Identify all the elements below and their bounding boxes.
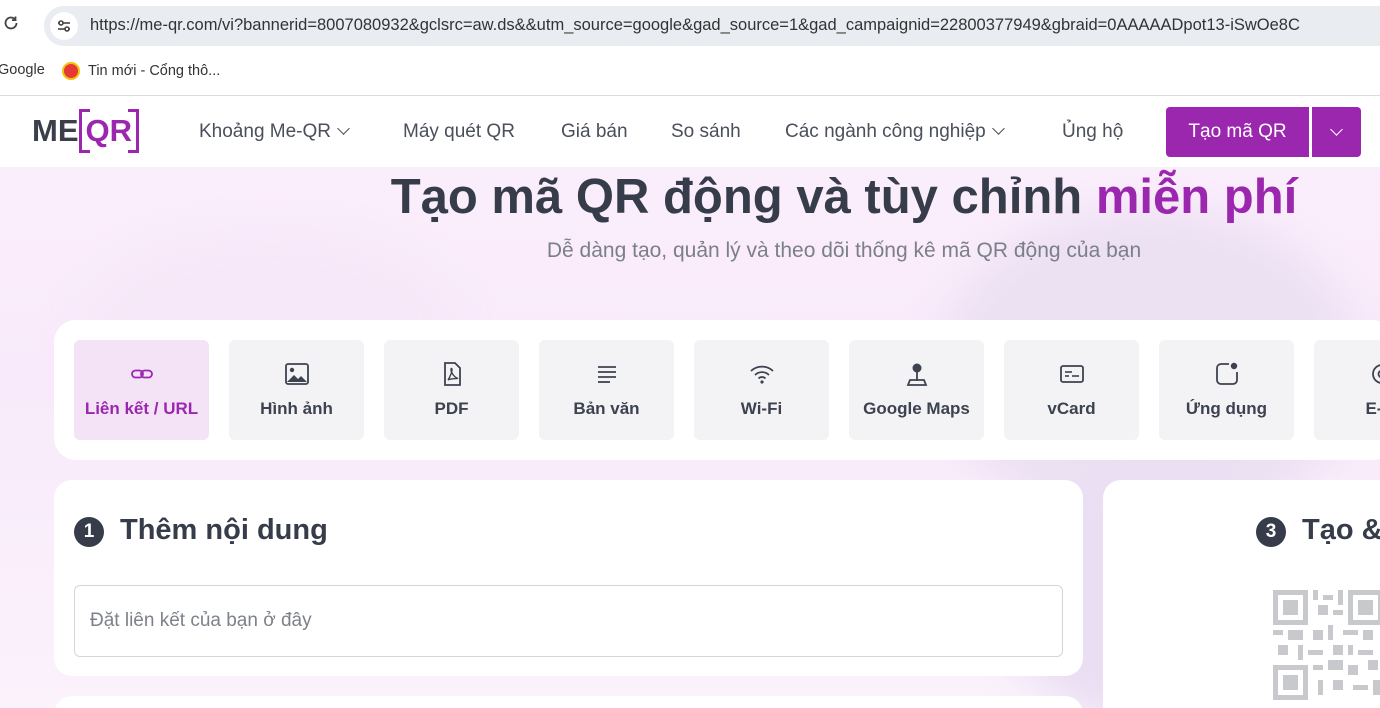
image-icon	[284, 363, 309, 385]
logo[interactable]: ME QR	[32, 107, 139, 155]
map-pin-icon	[906, 363, 927, 386]
step-title: Tạo &	[1302, 514, 1380, 546]
step-number-badge: 1	[74, 517, 104, 547]
type-google-maps[interactable]: Google Maps	[849, 340, 984, 440]
type-email[interactable]: E-m	[1314, 340, 1380, 440]
add-content-panel: 1 Thêm nội dung	[54, 480, 1083, 676]
type-image[interactable]: Hình ảnh	[229, 340, 364, 440]
type-wifi[interactable]: Wi-Fi	[694, 340, 829, 440]
nav-pricing[interactable]: Giá bán	[561, 121, 628, 143]
nav-scanner[interactable]: Máy quét QR	[403, 121, 515, 143]
app-icon	[1215, 362, 1238, 385]
qr-type-selector: Liên kết / URL Hình ảnh PDF Bản văn Wi-F…	[54, 320, 1380, 460]
address-bar[interactable]: https://me-qr.com/vi?bannerid=8007080932…	[44, 6, 1380, 46]
url-text[interactable]: https://me-qr.com/vi?bannerid=8007080932…	[90, 16, 1300, 35]
pdf-icon	[443, 362, 461, 386]
site-header: ME QR Khoảng Me-QR Máy quét QR Giá bán So…	[0, 97, 1380, 167]
qr-code-preview	[1273, 590, 1380, 700]
text-icon	[597, 366, 616, 383]
wifi-icon	[749, 365, 774, 384]
create-qr-button[interactable]: Tạo mã QR	[1166, 107, 1309, 157]
browser-toolbar: https://me-qr.com/vi?bannerid=8007080932…	[0, 0, 1380, 54]
page-subtitle: Dễ dàng tạo, quản lý và theo dõi thống k…	[546, 239, 1142, 262]
site-info-icon[interactable]	[50, 12, 78, 40]
chevron-down-icon	[991, 122, 1005, 135]
link-icon	[130, 369, 153, 379]
type-link[interactable]: Liên kết / URL	[74, 340, 209, 440]
page-title: Tạo mã QR động và tùy chỉnh miễn phí	[390, 170, 1298, 224]
nav-industries[interactable]: Các ngành công nghiệp	[785, 121, 1005, 143]
bookmark-favicon-icon	[62, 62, 80, 80]
bookmarks-bar: Google Tin mới - Cổng thô...	[0, 54, 1380, 96]
qr-preview-panel: 3 Tạo &	[1103, 480, 1380, 708]
hero-section: Tạo mã QR động và tùy chỉnh miễn phí Dễ …	[0, 167, 1380, 708]
link-input[interactable]	[74, 585, 1063, 657]
vcard-icon	[1059, 365, 1084, 383]
type-vcard[interactable]: vCard	[1004, 340, 1139, 440]
bookmark-google[interactable]: Google	[0, 62, 45, 78]
reload-icon[interactable]	[2, 14, 22, 34]
nav-compare[interactable]: So sánh	[671, 121, 741, 143]
step-title: Thêm nội dung	[120, 514, 328, 546]
email-icon	[1371, 364, 1380, 384]
bookmark-tin-moi[interactable]: Tin mới - Cổng thô...	[62, 62, 220, 80]
type-text[interactable]: Bản văn	[539, 340, 674, 440]
type-pdf[interactable]: PDF	[384, 340, 519, 440]
type-app[interactable]: Ứng dụng	[1159, 340, 1294, 440]
create-qr-dropdown-button[interactable]	[1312, 107, 1361, 157]
chevron-down-icon	[337, 122, 350, 135]
step-number-badge: 3	[1256, 517, 1286, 547]
next-step-panel	[54, 696, 1083, 708]
nav-about[interactable]: Khoảng Me-QR	[199, 121, 350, 143]
nav-support[interactable]: Ủng hộ	[1062, 121, 1123, 143]
chevron-down-icon	[1330, 122, 1343, 136]
